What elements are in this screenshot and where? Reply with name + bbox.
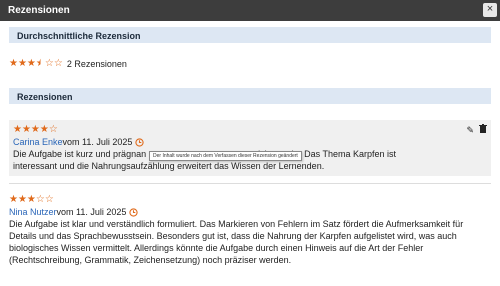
edit-icon[interactable]: ✎ bbox=[466, 124, 474, 136]
star-full-icons: ★★★ bbox=[9, 58, 36, 69]
review-text-part: interessant und die Nahrungsauf bbox=[13, 161, 144, 171]
review-item: ★★★☆☆ Nina Nutzer vom 11. Juli 2025 Die … bbox=[9, 194, 491, 266]
dialog-title: Rezensionen bbox=[8, 5, 70, 16]
review-text-part: Die Aufgabe ist kurz und prägnan bbox=[13, 149, 147, 159]
star-full-icons: ★★★★ bbox=[13, 124, 49, 135]
clock-icon[interactable] bbox=[129, 207, 139, 217]
star-empty-icons: ☆☆ bbox=[35, 194, 54, 205]
star-empty-icons: ☆ bbox=[48, 124, 58, 135]
review-text-line: (Rechtschreibung, Grammatik, Zeichensetz… bbox=[9, 255, 292, 265]
review-divider bbox=[9, 183, 491, 184]
reviews-heading: Rezensionen bbox=[9, 88, 491, 104]
review-text-line: biologisches Wissen vermittelt. Allerdin… bbox=[9, 243, 424, 253]
average-rating: ★★★★☆☆ 2 Rezensionen bbox=[9, 58, 127, 69]
review-date: vom 11. Juli 2025 bbox=[56, 207, 127, 217]
delete-icon[interactable] bbox=[479, 124, 487, 136]
review-text: Die Aufgabe ist klar und verständlich fo… bbox=[9, 218, 491, 266]
review-date: vom 11. Juli 2025 bbox=[62, 137, 133, 147]
review-text-line: Details und das Sprachbewusstsein. Beson… bbox=[9, 231, 457, 241]
dialog-titlebar: Rezensionen × bbox=[0, 0, 500, 21]
review-actions: ✎ bbox=[466, 124, 487, 136]
review-item: ★★★★☆ Carina Enke vom 11. Juli 2025 Die … bbox=[9, 120, 491, 176]
star-empty-icons: ☆☆ bbox=[44, 58, 63, 69]
average-stars: ★★★★☆☆ bbox=[9, 58, 63, 69]
close-icon[interactable]: × bbox=[483, 3, 497, 17]
review-meta: Carina Enke vom 11. Juli 2025 bbox=[13, 136, 491, 148]
review-text-line: Die Aufgabe ist klar und verständlich fo… bbox=[9, 219, 464, 229]
changed-content-tooltip: Der Inhalt wurde nach dem Verfassen dies… bbox=[149, 151, 302, 161]
review-text-part: zählung erweitert das Wissen der Lernend… bbox=[143, 161, 325, 171]
review-author-link[interactable]: Nina Nutzer bbox=[9, 206, 57, 218]
review-author-link[interactable]: Carina Enke bbox=[13, 136, 63, 148]
review-stars: ★★★★☆ bbox=[13, 124, 491, 136]
review-stars: ★★★☆☆ bbox=[9, 194, 491, 206]
review-meta: Nina Nutzer vom 11. Juli 2025 bbox=[9, 206, 491, 218]
clock-icon[interactable] bbox=[135, 137, 145, 147]
review-count: 2 Rezensionen bbox=[66, 58, 127, 69]
star-full-icons: ★★★ bbox=[9, 194, 36, 205]
star-half-icon: ★ bbox=[35, 58, 45, 69]
average-review-heading: Durchschnittliche Rezension bbox=[9, 27, 491, 43]
